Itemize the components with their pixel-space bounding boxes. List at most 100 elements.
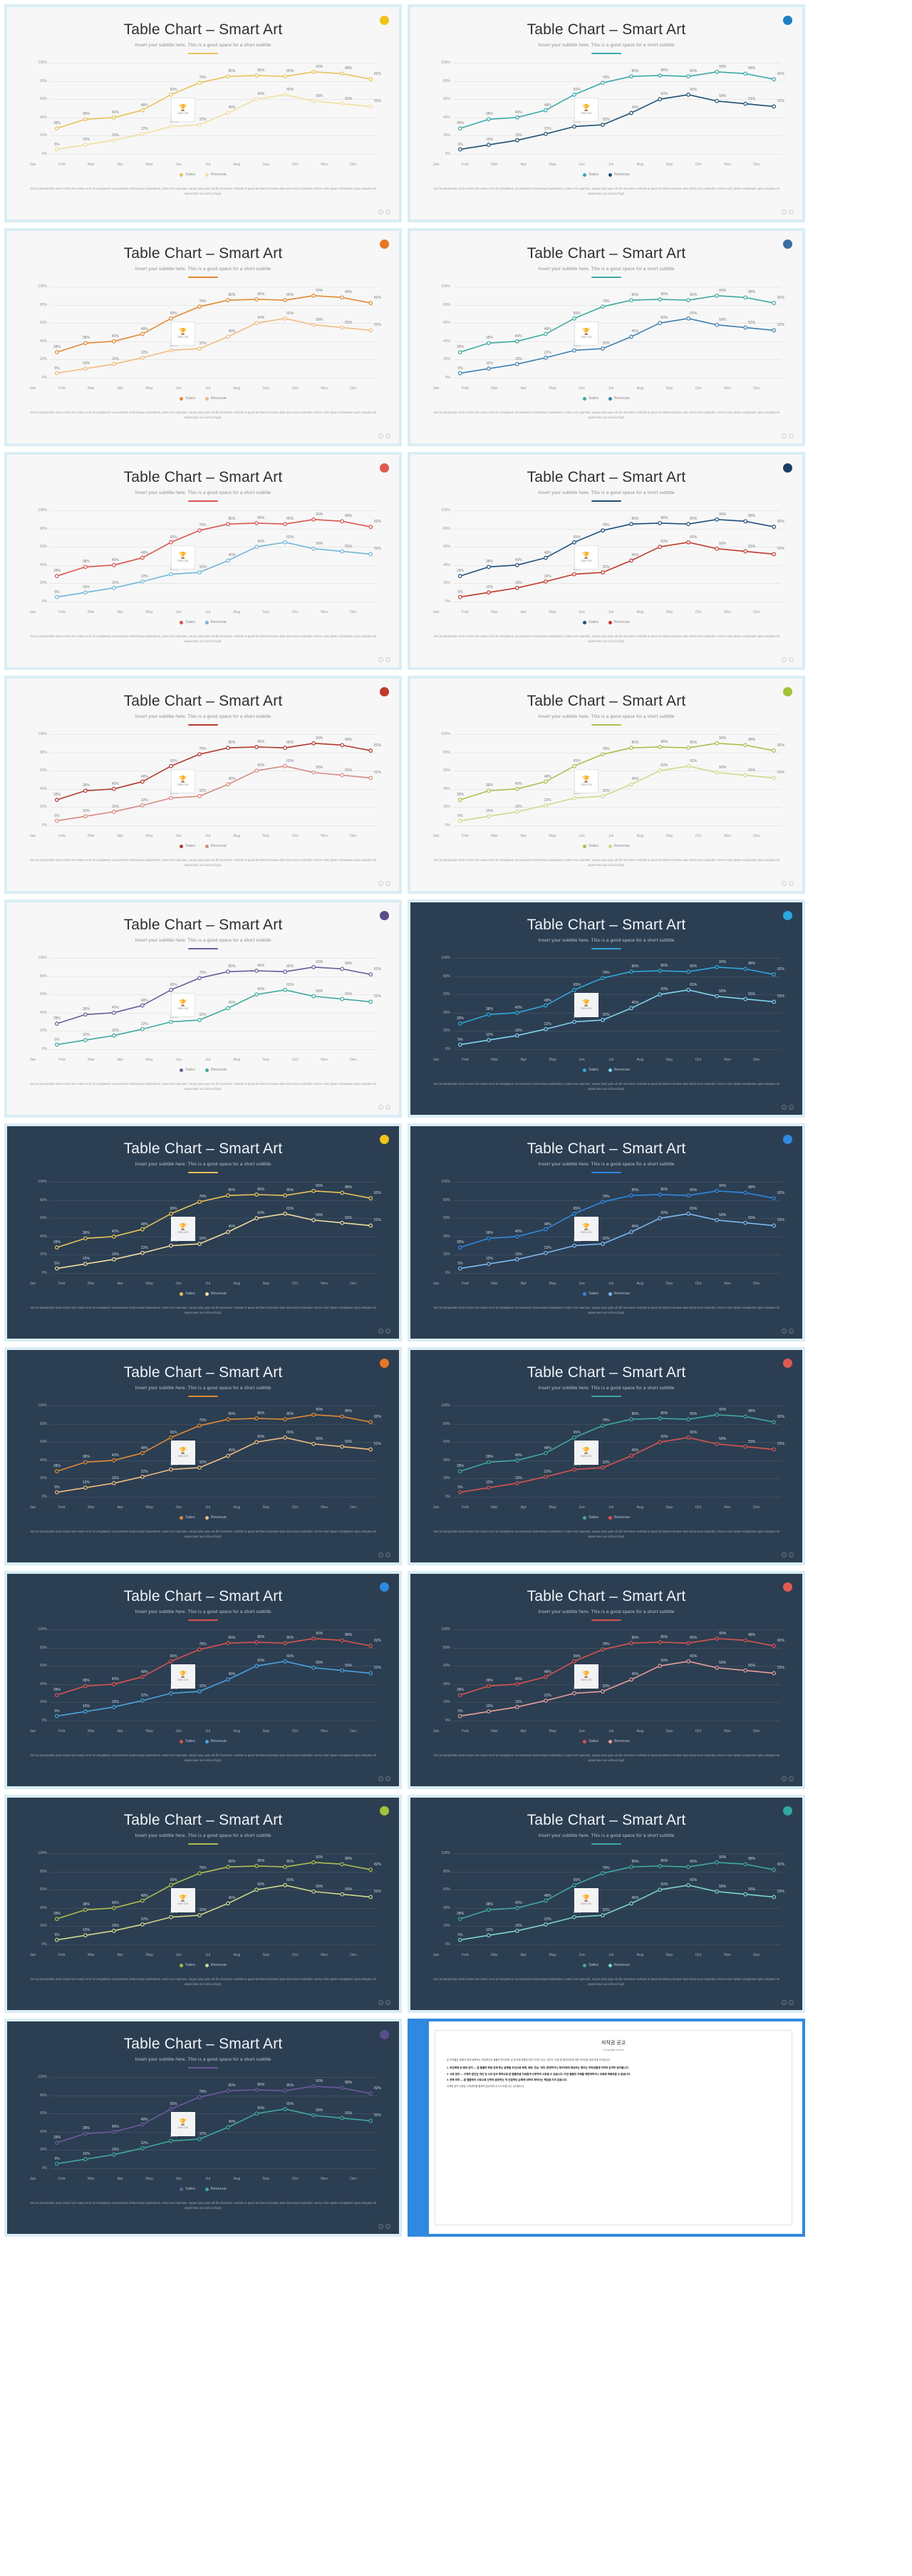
legend-item[interactable]: Sales — [583, 620, 598, 624]
legend-item[interactable]: Sales — [180, 1292, 195, 1296]
slide-pager[interactable]: ‹ › — [782, 1329, 794, 1334]
legend-item[interactable]: Revenue — [608, 1515, 630, 1520]
slide-pager[interactable]: ‹ › — [378, 1776, 390, 1781]
pager-button[interactable]: › — [385, 210, 390, 215]
pager-button[interactable]: ‹ — [378, 2224, 383, 2229]
document-slide[interactable]: 저작권 공고 Copyright Notice 본 저작물은 ㈜에서 제작·배포… — [408, 2019, 805, 2237]
pager-button[interactable]: ‹ — [378, 210, 383, 215]
slide-pager[interactable]: ‹ › — [378, 433, 390, 438]
slide-thumbnail[interactable]: Table Chart – Smart Art Insert your subt… — [408, 676, 805, 894]
pager-button[interactable]: ‹ — [378, 1105, 383, 1110]
slide-pager[interactable]: ‹ › — [378, 2000, 390, 2005]
legend-item[interactable]: Sales — [180, 620, 195, 624]
legend-item[interactable]: Revenue — [204, 1739, 227, 1743]
slide-thumbnail[interactable]: Table Chart – Smart Art Insert your subt… — [408, 1571, 805, 1789]
pager-button[interactable]: ‹ — [378, 1552, 383, 1557]
slide-pager[interactable]: ‹ › — [378, 2224, 390, 2229]
pager-button[interactable]: › — [789, 1105, 794, 1110]
legend-item[interactable]: Revenue — [204, 2187, 227, 2191]
pager-button[interactable]: ‹ — [782, 433, 787, 438]
pager-button[interactable]: › — [385, 657, 390, 662]
pager-button[interactable]: › — [385, 1105, 390, 1110]
pager-button[interactable]: › — [385, 1552, 390, 1557]
slide-pager[interactable]: ‹ › — [782, 433, 794, 438]
pager-button[interactable]: › — [385, 881, 390, 886]
pager-button[interactable]: ‹ — [378, 1329, 383, 1334]
pager-button[interactable]: › — [385, 433, 390, 438]
slide-pager[interactable]: ‹ › — [378, 657, 390, 662]
line-chart[interactable]: 0% 20% 40% 60% 80% 100% 28% 38% 40% 48% 65% 78% 85%… — [26, 284, 381, 393]
legend-item[interactable]: Revenue — [204, 1515, 227, 1520]
legend-item[interactable]: Sales — [180, 1515, 195, 1520]
legend-item[interactable]: Sales — [583, 1292, 598, 1296]
slide-pager[interactable]: ‹ › — [782, 1105, 794, 1110]
legend-item[interactable]: Sales — [180, 844, 195, 848]
slide-pager[interactable]: ‹ › — [378, 881, 390, 886]
line-chart[interactable]: 0% 20% 40% 60% 80% 100% 28% 38% 40% 48% 65% 78% 85%… — [429, 956, 784, 1065]
legend-item[interactable]: Sales — [583, 172, 598, 177]
legend-item[interactable]: Revenue — [204, 172, 227, 177]
legend-item[interactable]: Revenue — [608, 844, 630, 848]
line-chart[interactable]: 0% 20% 40% 60% 80% 100% 28% 38% 40% 48% 65% 78% 85%… — [26, 732, 381, 841]
slide-thumbnail[interactable]: Table Chart – Smart Art Insert your subt… — [4, 4, 402, 222]
pager-button[interactable]: ‹ — [378, 657, 383, 662]
slide-thumbnail[interactable]: Table Chart – Smart Art Insert your subt… — [4, 2019, 402, 2237]
pager-button[interactable]: › — [789, 210, 794, 215]
slide-pager[interactable]: ‹ › — [782, 657, 794, 662]
slide-thumbnail[interactable]: Table Chart – Smart Art Insert your subt… — [408, 900, 805, 1118]
legend-item[interactable]: Revenue — [608, 396, 630, 401]
pager-button[interactable]: › — [789, 433, 794, 438]
legend-item[interactable]: Revenue — [204, 1963, 227, 1967]
legend-item[interactable]: Sales — [180, 1068, 195, 1072]
slide-thumbnail[interactable]: Table Chart – Smart Art Insert your subt… — [4, 1347, 402, 1565]
legend-item[interactable]: Revenue — [608, 620, 630, 624]
slide-pager[interactable]: ‹ › — [378, 210, 390, 215]
line-chart[interactable]: 0% 20% 40% 60% 80% 100% 28% 38% 40% 48% 65% 78% 85%… — [429, 1627, 784, 1736]
legend-item[interactable]: Sales — [180, 2187, 195, 2191]
slide-thumbnail[interactable]: Table Chart – Smart Art Insert your subt… — [4, 1123, 402, 1341]
pager-button[interactable]: ‹ — [782, 1105, 787, 1110]
slide-pager[interactable]: ‹ › — [782, 2000, 794, 2005]
pager-button[interactable]: ‹ — [782, 881, 787, 886]
pager-button[interactable]: ‹ — [378, 1776, 383, 1781]
slide-pager[interactable]: ‹ › — [782, 1552, 794, 1557]
slide-pager[interactable]: ‹ › — [378, 1105, 390, 1110]
legend-item[interactable]: Sales — [583, 396, 598, 401]
slide-thumbnail[interactable]: Table Chart – Smart Art Insert your subt… — [408, 228, 805, 446]
pager-button[interactable]: › — [789, 1552, 794, 1557]
line-chart[interactable]: 0% 20% 40% 60% 80% 100% 28% 38% 40% 48% 65% 78% 85%… — [26, 956, 381, 1065]
slide-pager[interactable]: ‹ › — [782, 210, 794, 215]
line-chart[interactable]: 0% 20% 40% 60% 80% 100% 28% 38% 40% 48% 65% 78% 85%… — [429, 284, 784, 393]
slide-thumbnail[interactable]: Table Chart – Smart Art Insert your subt… — [4, 1571, 402, 1789]
pager-button[interactable]: ‹ — [378, 433, 383, 438]
legend-item[interactable]: Revenue — [608, 172, 630, 177]
legend-item[interactable]: Revenue — [608, 1963, 630, 1967]
slide-pager[interactable]: ‹ › — [378, 1329, 390, 1334]
legend-item[interactable]: Sales — [583, 1739, 598, 1743]
legend-item[interactable]: Sales — [180, 1739, 195, 1743]
slide-thumbnail[interactable]: Table Chart – Smart Art Insert your subt… — [408, 1123, 805, 1341]
pager-button[interactable]: › — [385, 1776, 390, 1781]
pager-button[interactable]: › — [789, 881, 794, 886]
legend-item[interactable]: Revenue — [204, 396, 227, 401]
pager-button[interactable]: › — [385, 2000, 390, 2005]
slide-thumbnail[interactable]: Table Chart – Smart Art Insert your subt… — [4, 1795, 402, 2013]
line-chart[interactable]: 0% 20% 40% 60% 80% 100% 28% 38% 40% 48% 65% 78% 85%… — [429, 61, 784, 170]
slide-thumbnail[interactable]: Table Chart – Smart Art Insert your subt… — [408, 1795, 805, 2013]
pager-button[interactable]: ‹ — [782, 1776, 787, 1781]
pager-button[interactable]: › — [789, 657, 794, 662]
line-chart[interactable]: 0% 20% 40% 60% 80% 100% 28% 38% 40% 48% 65% 78% 85%… — [429, 1180, 784, 1289]
legend-item[interactable]: Sales — [583, 1515, 598, 1520]
legend-item[interactable]: Sales — [180, 172, 195, 177]
legend-item[interactable]: Revenue — [608, 1739, 630, 1743]
pager-button[interactable]: › — [789, 1329, 794, 1334]
pager-button[interactable]: › — [789, 1776, 794, 1781]
line-chart[interactable]: 0% 20% 40% 60% 80% 100% 28% 38% 40% 48% 65% 78% 85%… — [26, 61, 381, 170]
slide-thumbnail[interactable]: Table Chart – Smart Art Insert your subt… — [4, 452, 402, 670]
slide-pager[interactable]: ‹ › — [782, 881, 794, 886]
line-chart[interactable]: 0% 20% 40% 60% 80% 100% 28% 38% 40% 48% 65% 78% 85%… — [429, 1403, 784, 1513]
line-chart[interactable]: 0% 20% 40% 60% 80% 100% 28% 38% 40% 48% 65% 78% 85%… — [26, 1851, 381, 1960]
legend-item[interactable]: Revenue — [608, 1292, 630, 1296]
legend-item[interactable]: Revenue — [204, 1292, 227, 1296]
pager-button[interactable]: ‹ — [782, 657, 787, 662]
